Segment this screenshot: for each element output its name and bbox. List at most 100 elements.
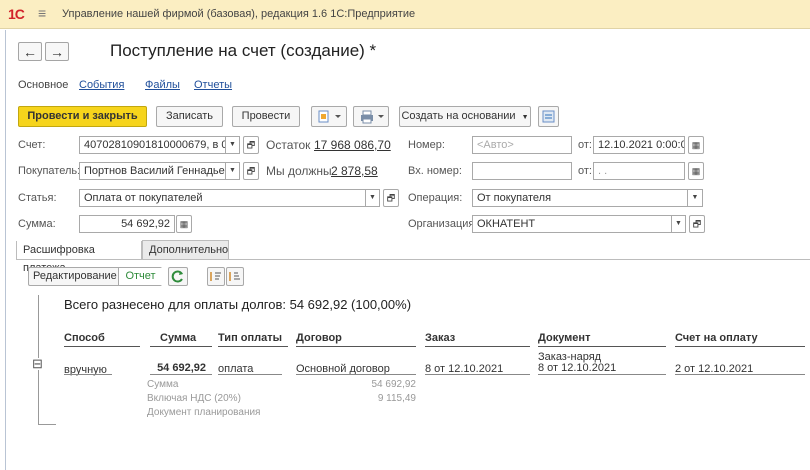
printer-icon xyxy=(361,110,384,124)
app-title: Управление нашей фирмой (базовая), редак… xyxy=(62,8,416,20)
account-open-icon[interactable]: 🗗 xyxy=(243,136,259,154)
group-bracket-foot xyxy=(38,424,56,425)
tab-additional[interactable]: Дополнительно xyxy=(142,240,229,260)
forward-button[interactable]: → xyxy=(45,42,69,61)
col-sum: Сумма xyxy=(160,332,197,344)
sum-field[interactable]: 54 692,92 xyxy=(79,215,175,233)
calendar-icon-2[interactable]: ▦ xyxy=(688,162,704,180)
sort-asc-icon xyxy=(229,272,240,281)
col-document: Документ xyxy=(538,332,591,344)
operation-field[interactable]: От покупателя xyxy=(472,189,688,207)
form-title: Поступление на счет (создание) * xyxy=(110,41,377,60)
detail-sum-value: 54 692,92 xyxy=(371,379,417,390)
post-and-close-button[interactable]: Провести и закрыть xyxy=(18,106,147,127)
structure-icon xyxy=(542,110,555,123)
incoming-date-field[interactable]: . . xyxy=(593,162,685,180)
post-button[interactable]: Провести xyxy=(232,106,300,127)
col-contract: Договор xyxy=(296,332,342,344)
organization-label: Организация: xyxy=(408,218,478,230)
owe-label: Мы должны xyxy=(266,164,332,178)
tab-cover xyxy=(16,240,142,241)
owe-value[interactable]: 2 878,58 xyxy=(331,164,378,178)
row-underline xyxy=(538,374,666,375)
item-label: Статья: xyxy=(18,192,57,204)
col-order: Заказ xyxy=(425,332,456,344)
calculator-icon[interactable]: ▦ xyxy=(176,215,192,233)
col-invoice: Счет на оплату xyxy=(675,332,758,344)
chevron-down-icon: ▼ xyxy=(521,114,529,121)
print-document-dropdown[interactable] xyxy=(311,106,347,127)
row-underline xyxy=(675,374,805,375)
calendar-icon[interactable]: ▦ xyxy=(688,136,704,154)
account-field[interactable]: 40702810901810000679, в 044 xyxy=(79,136,226,154)
detail-sum-label: Сумма xyxy=(147,379,179,390)
col-method: Способ xyxy=(64,332,105,344)
incoming-number-label: Вх. номер: xyxy=(408,165,462,177)
account-dropdown[interactable]: ▼ xyxy=(226,136,240,154)
buyer-dropdown[interactable]: ▼ xyxy=(226,162,240,180)
tab-events[interactable]: События xyxy=(79,79,124,91)
print-dropdown[interactable] xyxy=(353,106,389,127)
sum-label: Сумма: xyxy=(18,218,56,230)
tab-reports[interactable]: Отчеты xyxy=(194,79,232,91)
buyer-label: Покупатель: xyxy=(18,165,81,177)
underline xyxy=(675,346,805,347)
tab-payment-breakdown[interactable]: Расшифровка платежа xyxy=(16,240,142,274)
tab-files[interactable]: Файлы xyxy=(145,79,180,91)
menu-icon[interactable]: ≡ xyxy=(38,5,46,21)
edit-mode-button[interactable]: Редактирование xyxy=(29,268,121,285)
row-sum: 54 692,92 xyxy=(157,362,206,374)
organization-field[interactable]: ОКНАТЕНТ xyxy=(472,215,672,233)
row-underline xyxy=(218,374,282,375)
detail-planning-label: Документ планирования xyxy=(147,407,261,418)
sort-desc-icon xyxy=(210,272,221,281)
item-open-icon[interactable]: 🗗 xyxy=(383,189,399,207)
tabs-divider xyxy=(16,259,810,260)
buyer-open-icon[interactable]: 🗗 xyxy=(243,162,259,180)
incoming-number-field[interactable] xyxy=(472,162,572,180)
row-underline xyxy=(64,374,112,375)
report-heading: Всего разнесено для оплаты долгов: 54 69… xyxy=(64,297,412,312)
row-underline xyxy=(150,374,212,375)
collapse-icon[interactable]: ⊟ xyxy=(32,357,44,370)
sort-desc-button[interactable] xyxy=(207,267,225,286)
underline xyxy=(538,346,666,347)
underline xyxy=(218,346,288,347)
buyer-field[interactable]: Портнов Василий Геннадьевич xyxy=(79,162,226,180)
underline xyxy=(425,346,530,347)
refresh-icon xyxy=(171,270,183,283)
sort-asc-button[interactable] xyxy=(226,267,244,286)
1c-logo: 1С xyxy=(8,6,25,22)
account-label: Счет: xyxy=(18,139,46,151)
date-field[interactable]: 12.10.2021 0:00:00 xyxy=(593,136,685,154)
report-mode-button[interactable]: Отчет xyxy=(118,268,162,285)
create-based-label: Создать на основании xyxy=(401,110,516,122)
underline xyxy=(64,346,140,347)
create-based-on-dropdown[interactable]: Создать на основании ▼ xyxy=(399,106,531,127)
save-button[interactable]: Записать xyxy=(156,106,223,127)
row-underline xyxy=(425,374,530,375)
organization-dropdown[interactable]: ▼ xyxy=(672,215,686,233)
organization-open-icon[interactable]: 🗗 xyxy=(689,215,705,233)
incoming-date-label: от: xyxy=(578,165,592,177)
date-from-label: от: xyxy=(578,139,592,151)
detail-vat-value: 9 115,49 xyxy=(377,393,416,404)
back-button[interactable]: ← xyxy=(18,42,42,61)
tab-main[interactable]: Основное xyxy=(18,79,68,91)
number-field[interactable]: <Авто> xyxy=(472,136,572,154)
document-icon xyxy=(318,110,341,123)
underline xyxy=(150,346,212,347)
item-dropdown[interactable]: ▼ xyxy=(366,189,380,207)
col-pay-type: Тип оплаты xyxy=(218,332,283,344)
row-document-line2[interactable]: 8 от 12.10.2021 xyxy=(538,362,616,374)
detail-vat-label: Включая НДС (20%) xyxy=(147,393,241,404)
item-field[interactable]: Оплата от покупателей xyxy=(79,189,366,207)
balance-label: Остаток xyxy=(266,138,311,152)
underline xyxy=(296,346,416,347)
operation-label: Операция: xyxy=(408,192,463,204)
row-underline xyxy=(296,374,416,375)
operation-dropdown[interactable]: ▼ xyxy=(688,189,703,207)
balance-value[interactable]: 17 968 086,70 xyxy=(314,138,391,152)
refresh-button[interactable] xyxy=(168,267,188,286)
structure-button[interactable] xyxy=(538,106,559,127)
